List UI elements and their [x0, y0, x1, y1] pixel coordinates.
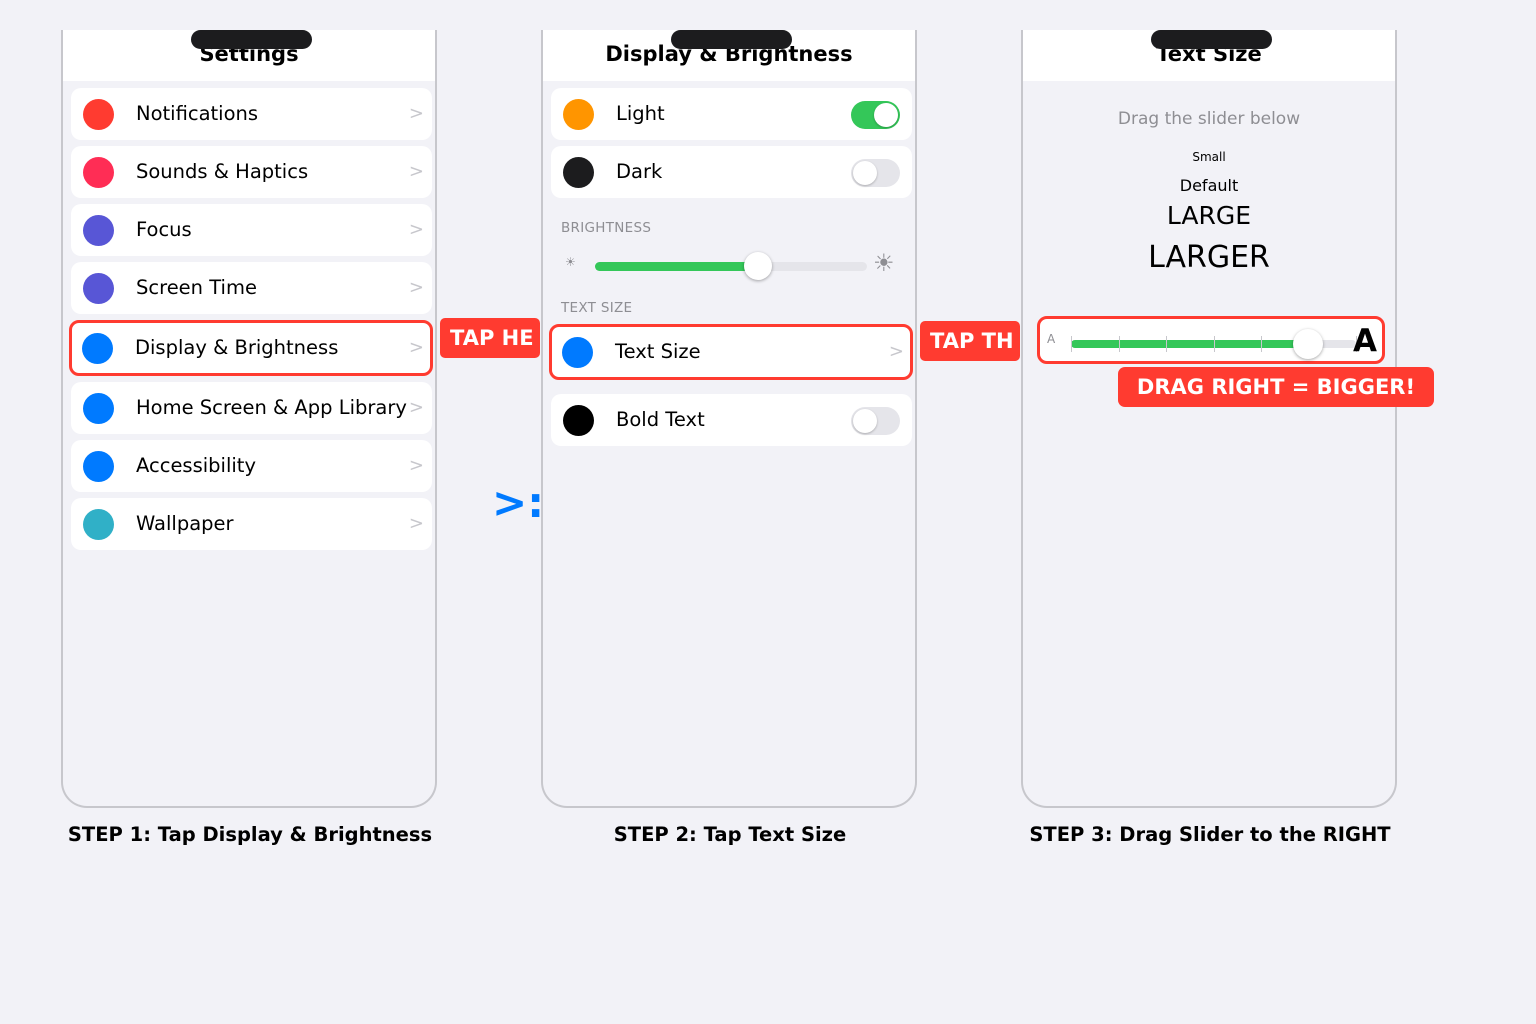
dark-toggle[interactable]	[851, 159, 900, 187]
bold-text-label: Bold Text	[616, 408, 705, 431]
size-preview-small: Small	[1192, 150, 1226, 164]
toggle-knob	[853, 161, 877, 185]
phone-step-1: Settings Notifications > Sounds & Haptic…	[61, 30, 437, 808]
light-mode-icon	[563, 99, 594, 130]
size-preview-large: LARGE	[1166, 201, 1252, 230]
phone-step-2: Display & Brightness Light Dark BRIGHTNE…	[541, 30, 917, 808]
phone-notch	[191, 30, 312, 49]
wallpaper-icon	[83, 509, 114, 540]
nav-bar: Settings	[63, 30, 435, 81]
chevron-right-icon: >	[408, 219, 424, 240]
chevron-right-icon: >	[408, 277, 424, 298]
dark-mode-icon	[563, 157, 594, 188]
phone-notch	[671, 30, 792, 49]
settings-item-label: Sounds & Haptics	[136, 160, 309, 183]
toggle-knob	[874, 103, 898, 127]
text-size-label: Text Size	[615, 340, 701, 363]
instruction-text: Drag the slider below	[1117, 109, 1301, 129]
appearance-light-row[interactable]: Light	[551, 88, 912, 140]
light-toggle[interactable]	[851, 101, 900, 129]
bold-text-icon	[563, 405, 594, 436]
appearance-dark-row[interactable]: Dark	[551, 146, 912, 198]
text-size-thumb[interactable]	[1292, 329, 1323, 359]
settings-item-notifications[interactable]: Notifications >	[71, 88, 432, 140]
bold-text-row[interactable]: Bold Text	[551, 394, 912, 446]
size-preview-default: Default	[1179, 176, 1239, 195]
accessibility-icon	[83, 451, 114, 482]
phone-notch	[1151, 30, 1272, 49]
settings-item-screen-time[interactable]: Screen Time >	[71, 262, 432, 314]
chevron-right-icon: >	[408, 103, 424, 124]
size-preview-larger: LARGER	[1148, 240, 1270, 275]
big-a-label: A	[1353, 323, 1377, 359]
settings-item-label: Wallpaper	[136, 512, 234, 535]
settings-item-accessibility[interactable]: Accessibility >	[71, 440, 432, 492]
chevron-right-icon: >	[408, 161, 424, 182]
toggle-knob	[853, 409, 877, 433]
settings-item-label: Screen Time	[136, 276, 257, 299]
settings-item-label: Accessibility	[136, 454, 256, 477]
sun-small-icon: ☀	[565, 255, 576, 269]
display-icon	[82, 333, 113, 364]
chevron-right-icon: >	[408, 397, 424, 418]
step-2-caption: STEP 2: Tap Text Size	[613, 823, 847, 846]
settings-item-label: Display & Brightness	[135, 336, 339, 359]
slider-tick	[1166, 336, 1167, 352]
brightness-thumb[interactable]	[744, 252, 773, 280]
slider-tick	[1213, 336, 1215, 352]
slider-tick	[1118, 336, 1120, 352]
settings-item-label: Notifications	[136, 102, 259, 125]
text-size-fill	[1071, 340, 1308, 348]
chevron-right-icon: >	[888, 341, 904, 362]
text-size-slider[interactable]	[1071, 329, 1357, 359]
small-a-label: A	[1047, 332, 1056, 346]
settings-item-wallpaper[interactable]: Wallpaper >	[71, 498, 432, 550]
text-size-slider-box: A A	[1037, 316, 1385, 364]
light-label: Light	[616, 102, 665, 125]
next-step-arrow: >:	[492, 478, 540, 527]
screen-time-icon	[83, 273, 114, 304]
chevron-right-icon: >	[408, 337, 424, 358]
text-size-row[interactable]: Text Size >	[549, 324, 913, 380]
text-size-icon	[562, 337, 593, 368]
settings-item-display-brightness[interactable]: Display & Brightness >	[69, 320, 433, 376]
slider-tick	[1261, 336, 1262, 352]
settings-item-home-screen[interactable]: Home Screen & App Library >	[71, 382, 432, 434]
brightness-fill	[595, 262, 759, 271]
nav-bar: Display & Brightness	[543, 30, 915, 81]
bold-text-toggle[interactable]	[851, 407, 900, 435]
step-3-caption: STEP 3: Drag Slider to the RIGHT	[1029, 823, 1391, 846]
chevron-right-icon: >	[408, 513, 424, 534]
text-size-header: TEXT SIZE	[561, 300, 633, 316]
step-1-caption: STEP 1: Tap Display & Brightness	[67, 823, 433, 846]
brightness-slider[interactable]	[595, 252, 867, 280]
slider-tick	[1071, 336, 1072, 352]
drag-right-callout: DRAG RIGHT = BIGGER!	[1118, 367, 1434, 407]
settings-item-label: Home Screen & App Library	[136, 396, 407, 419]
nav-bar: Text Size	[1023, 30, 1395, 81]
chevron-right-icon: >	[408, 455, 424, 476]
phone-step-3: Text Size Drag the slider below Small De…	[1021, 30, 1397, 808]
sounds-icon	[83, 157, 114, 188]
tap-this-callout: TAP TH	[920, 321, 1020, 361]
sun-large-icon: ☀	[873, 249, 895, 277]
settings-item-focus[interactable]: Focus >	[71, 204, 432, 256]
focus-icon	[83, 215, 114, 246]
settings-item-sounds-haptics[interactable]: Sounds & Haptics >	[71, 146, 432, 198]
dark-label: Dark	[616, 160, 663, 183]
tap-here-callout: TAP HE	[440, 318, 540, 358]
home-screen-icon	[83, 393, 114, 424]
brightness-header: BRIGHTNESS	[561, 220, 652, 236]
notifications-icon	[83, 99, 114, 130]
settings-item-label: Focus	[136, 218, 192, 241]
